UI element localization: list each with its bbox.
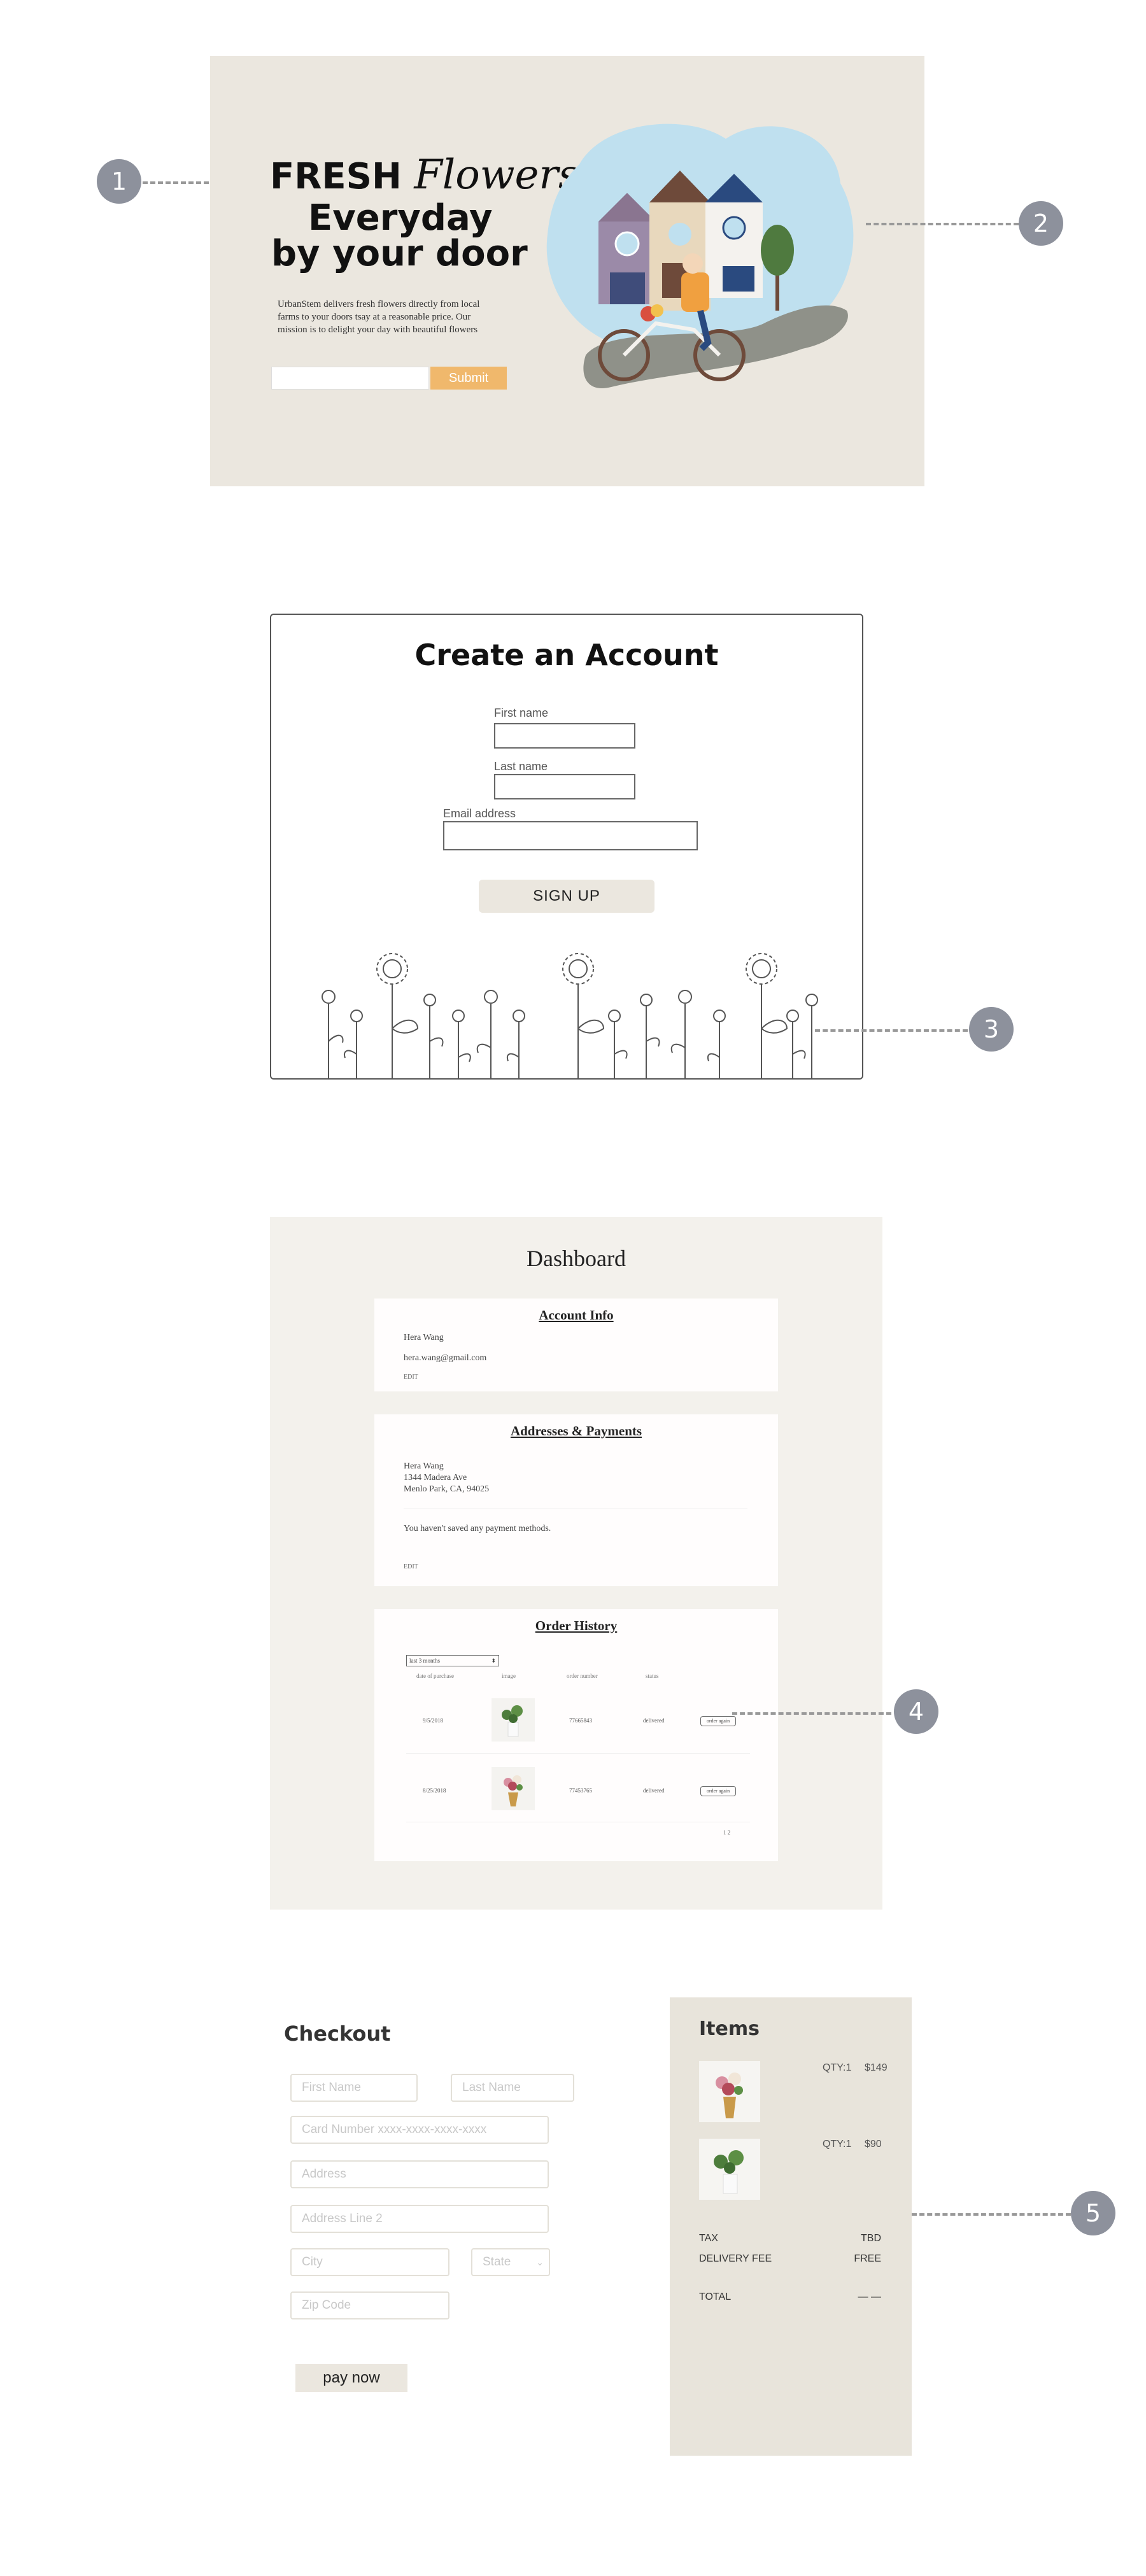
address-street: 1344 Madera Ave xyxy=(404,1473,467,1482)
item-1-image xyxy=(699,2061,760,2122)
tax-value: TBD xyxy=(861,2233,881,2244)
item-1-price: $149 xyxy=(865,2062,888,2073)
item-2-price: $90 xyxy=(865,2139,882,2150)
first-name-label: First name xyxy=(494,707,549,719)
item-2-qty: QTY:1 xyxy=(823,2139,852,2150)
hero-headline-line3: by your door xyxy=(271,233,528,274)
bike-delivery-houses-illustration-icon xyxy=(546,123,854,388)
addresses-edit-link[interactable]: EDIT xyxy=(404,1563,418,1570)
hero-submit-button[interactable]: Submit xyxy=(430,367,507,390)
total-label: TOTAL xyxy=(699,2291,732,2302)
items-title: Items xyxy=(699,2018,760,2040)
delivery-fee-value: FREE xyxy=(854,2253,881,2264)
hero-email-input[interactable] xyxy=(271,367,429,390)
checkout-title: Checkout xyxy=(284,2022,391,2046)
callout-2-leader xyxy=(866,223,1019,225)
callout-4: 4 xyxy=(894,1689,938,1734)
hero-description: UrbanStem delivers fresh flowers directl… xyxy=(278,299,480,335)
pay-now-button[interactable]: pay now xyxy=(295,2364,407,2392)
order-filter-value: last 3 months xyxy=(409,1658,441,1664)
hero-section: FRESH Flowers Everyday by your door Urba… xyxy=(210,56,924,486)
item-2-image xyxy=(699,2139,760,2200)
flower-line-art-icon xyxy=(322,953,819,1080)
address-input[interactable]: Address xyxy=(290,2160,549,2188)
callout-4-leader xyxy=(732,1712,891,1715)
account-info-card: Account Info Hera Wang hera.wang@gmail.c… xyxy=(374,1299,778,1391)
plant-bouquet-icon xyxy=(502,1705,523,1737)
account-edit-link[interactable]: EDIT xyxy=(404,1374,418,1381)
callout-1: 1 xyxy=(97,159,141,204)
chevron-down-icon: ⌄ xyxy=(536,2257,544,2267)
account-email: hera.wang@gmail.com xyxy=(404,1353,487,1363)
order-row-divider-1 xyxy=(406,1753,750,1754)
sign-up-button[interactable]: SIGN UP xyxy=(479,880,654,913)
order-row-2-image xyxy=(492,1767,535,1810)
flower-bouquet-icon xyxy=(716,2073,743,2118)
order-row-2-date: 8/25/2018 xyxy=(423,1787,446,1794)
order-again-button-1[interactable]: order again xyxy=(700,1716,736,1726)
address-line2-input[interactable]: Address Line 2 xyxy=(290,2205,549,2233)
last-name-field[interactable] xyxy=(494,774,635,799)
email-field[interactable] xyxy=(443,821,698,850)
order-filter-select[interactable]: last 3 months ⬍ xyxy=(406,1655,499,1666)
select-arrows-icon: ⬍ xyxy=(491,1658,496,1664)
zip-code-input[interactable]: Zip Code xyxy=(290,2291,449,2319)
payment-note: You haven't saved any payment methods. xyxy=(404,1524,551,1533)
create-account-title: Create an Account xyxy=(414,638,719,672)
callout-5-leader xyxy=(912,2213,1071,2216)
tax-label: TAX xyxy=(699,2233,718,2244)
hero-headline-line1: FRESH Flowers xyxy=(270,151,579,199)
order-row-1-date: 9/5/2018 xyxy=(423,1717,444,1724)
col-date: date of purchase xyxy=(416,1673,454,1679)
callout-3: 3 xyxy=(969,1007,1014,1052)
delivery-fee-label: DELIVERY FEE xyxy=(699,2253,772,2264)
city-input[interactable]: City xyxy=(290,2248,449,2276)
flower-bouquet-icon xyxy=(504,1775,523,1806)
create-account-card: Create an Account First name Last name E… xyxy=(270,614,863,1080)
dashboard-section: Dashboard Account Info Hera Wang hera.wa… xyxy=(270,1217,882,1910)
order-history-card: Order History last 3 months ⬍ date of pu… xyxy=(374,1609,778,1861)
order-history-title: Order History xyxy=(535,1618,618,1633)
item-1-qty: QTY:1 xyxy=(823,2062,852,2073)
hero-title-fresh: FRESH xyxy=(270,156,402,197)
order-row-1-number: 77665843 xyxy=(569,1717,592,1724)
col-image: image xyxy=(502,1673,516,1679)
callout-2: 2 xyxy=(1019,201,1063,246)
addresses-payments-card: Addresses & Payments Hera Wang 1344 Made… xyxy=(374,1414,778,1586)
order-again-button-2[interactable]: order again xyxy=(700,1786,736,1796)
order-row-1-status: delivered xyxy=(643,1717,665,1724)
card-number-input[interactable]: Card Number xxxx-xxxx-xxxx-xxxx xyxy=(290,2116,549,2144)
address-name: Hera Wang xyxy=(404,1461,444,1471)
address-city: Menlo Park, CA, 94025 xyxy=(404,1484,490,1494)
addresses-payments-title: Addresses & Payments xyxy=(510,1423,642,1439)
col-status: status xyxy=(646,1673,659,1679)
last-name-input[interactable]: Last Name xyxy=(451,2074,574,2102)
dashboard-title: Dashboard xyxy=(527,1246,626,1271)
callout-5: 5 xyxy=(1071,2191,1115,2235)
last-name-label: Last name xyxy=(494,760,548,773)
items-summary-panel: Items QTY:1 $149 QTY:1 $90 TAX TBD DELIV… xyxy=(670,1997,912,2456)
order-row-1-image xyxy=(492,1698,535,1742)
order-row-2-number: 77453765 xyxy=(569,1787,592,1794)
account-info-title: Account Info xyxy=(539,1307,614,1323)
total-value: — — xyxy=(858,2291,881,2302)
callout-3-leader xyxy=(815,1029,968,1032)
email-label: Email address xyxy=(443,807,516,820)
order-pagination[interactable]: 1 2 xyxy=(723,1829,730,1836)
checkout-section: Checkout First Name Last Name Card Numbe… xyxy=(250,1997,912,2468)
col-order-number: order number xyxy=(567,1673,598,1679)
account-name: Hera Wang xyxy=(404,1333,444,1342)
order-row-2-status: delivered xyxy=(643,1787,665,1794)
first-name-input[interactable]: First Name xyxy=(290,2074,418,2102)
plant-bouquet-icon xyxy=(714,2150,744,2194)
state-placeholder: State xyxy=(483,2255,511,2269)
state-select[interactable]: State ⌄ xyxy=(471,2248,550,2276)
first-name-field[interactable] xyxy=(494,723,635,749)
